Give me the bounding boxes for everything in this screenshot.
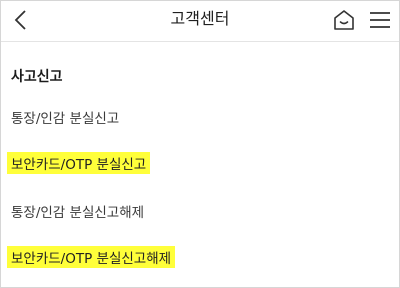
back-button[interactable] <box>7 6 35 34</box>
menu-button[interactable] <box>365 6 395 34</box>
menu-item-passbook-seal-loss-report[interactable]: 통장/인감 분실신고 <box>7 106 123 128</box>
app-frame: 고객센터 사고신고 통장/인감 분실신고 보안카드/OTP 분실신고 통장/인감… <box>0 0 400 288</box>
chevron-left-icon <box>14 10 26 30</box>
menu-item-security-card-otp-loss-report-cancel[interactable]: 보안카드/OTP 분실신고해제 <box>7 246 176 268</box>
home-button[interactable] <box>329 6 359 34</box>
menu-item-passbook-seal-loss-report-cancel[interactable]: 통장/인감 분실신고해제 <box>7 200 148 222</box>
menu-item-security-card-otp-loss-report[interactable]: 보안카드/OTP 분실신고 <box>7 152 151 174</box>
home-icon <box>334 10 354 30</box>
top-navigation-bar: 고객센터 <box>1 1 399 42</box>
section-title: 사고신고 <box>11 69 63 85</box>
hamburger-menu-icon <box>370 12 390 28</box>
